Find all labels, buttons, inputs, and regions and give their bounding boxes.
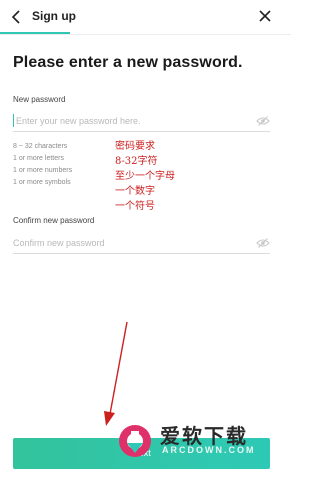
watermark-logo-icon	[119, 425, 151, 457]
watermark-subtitle: ARCDOWN.COM	[162, 445, 256, 455]
annotation-arrow	[104, 321, 128, 426]
